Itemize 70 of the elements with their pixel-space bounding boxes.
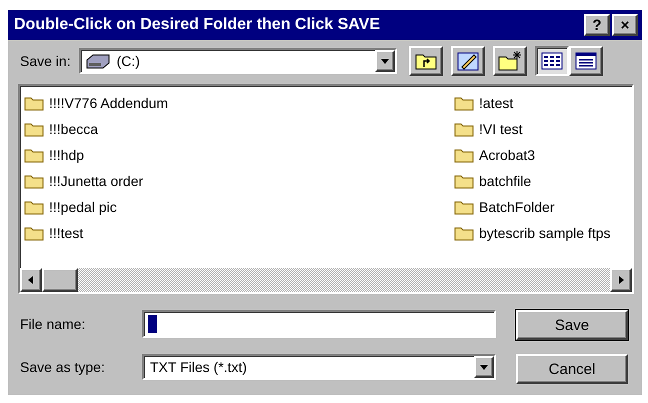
folder-item[interactable]: Acrobat3	[454, 142, 628, 168]
file-name-field[interactable]	[142, 310, 496, 338]
folder-item[interactable]: BatchFolder	[454, 194, 628, 220]
folder-icon	[24, 147, 44, 163]
scroll-thumb[interactable]	[42, 268, 78, 292]
save-as-type-dropdown[interactable]: TXT Files (*.txt)	[142, 354, 496, 380]
folder-name: !!!!V776 Addendum	[49, 95, 168, 111]
file-name-label: File name:	[20, 316, 86, 332]
details-view-icon	[574, 52, 597, 70]
newfolder-button[interactable]	[492, 46, 527, 76]
folder-item[interactable]: !atest	[454, 90, 628, 116]
help-button[interactable]: ?	[584, 14, 610, 36]
folder-icon	[454, 95, 474, 111]
pencil-icon	[456, 50, 480, 72]
folder-name: BatchFolder	[479, 199, 554, 215]
folder-name: !VI test	[479, 121, 523, 137]
folder-icon	[24, 95, 44, 111]
folder-icon	[24, 173, 44, 189]
folder-name: batchfile	[479, 173, 532, 189]
dropdown-button[interactable]	[474, 356, 494, 378]
folder-name: !!!pedal pic	[49, 199, 117, 215]
down-arrow-icon	[480, 363, 488, 371]
new-folder-icon	[496, 50, 523, 72]
desktop-button[interactable]	[450, 46, 485, 76]
cancel-button[interactable]: Cancel	[516, 354, 628, 384]
save-in-label: Save in:	[20, 53, 71, 69]
save-as-type-value: TXT Files (*.txt)	[149, 359, 248, 375]
save-button[interactable]: Save	[516, 310, 628, 340]
dropdown-button[interactable]	[374, 50, 395, 72]
folder-name: !!!hdp	[49, 147, 84, 163]
list-button[interactable]	[534, 46, 569, 76]
folder-item[interactable]: !VI test	[454, 116, 628, 142]
folder-icon	[24, 225, 44, 241]
folder-item[interactable]: !!!pedal pic	[24, 194, 454, 220]
save-in-dropdown[interactable]: (C:)	[78, 48, 397, 74]
save-as-type-label: Save as type:	[20, 359, 106, 375]
folder-icon	[454, 199, 474, 215]
folder-item[interactable]: !!!Junetta order	[24, 168, 454, 194]
folder-icon	[454, 147, 474, 163]
folder-name: !!!test	[49, 225, 84, 241]
folder-name: bytescrib sample ftps	[479, 225, 610, 241]
folder-name: !!!Junetta order	[49, 173, 144, 189]
folder-icon	[454, 225, 474, 241]
folder-item[interactable]: !!!hdp	[24, 142, 454, 168]
folder-item[interactable]: bytescrib sample ftps	[454, 220, 628, 246]
folder-item[interactable]: batchfile	[454, 168, 628, 194]
list-view-icon	[540, 52, 563, 70]
folder-name: !atest	[479, 95, 514, 111]
folder-icon	[24, 121, 44, 137]
folder-item[interactable]: !!!becca	[24, 116, 454, 142]
text-cursor	[148, 315, 157, 333]
left-arrow-icon	[27, 276, 35, 284]
folder-name: Acrobat3	[479, 147, 536, 163]
close-button[interactable]: ×	[612, 14, 638, 36]
drive-icon	[84, 52, 111, 70]
window-title: Double-Click on Desired Folder then Click SAVE	[14, 16, 380, 34]
folder-item[interactable]: !!!!V776 Addendum	[24, 90, 454, 116]
folder-icon	[454, 173, 474, 189]
horizontal-scrollbar[interactable]	[20, 268, 632, 292]
scroll-right-button[interactable]	[610, 268, 632, 292]
folder-item[interactable]: !!!test	[24, 220, 454, 246]
folder-icon	[24, 199, 44, 215]
down-arrow-icon	[380, 57, 389, 65]
folder-icon	[454, 121, 474, 137]
right-arrow-icon	[617, 276, 625, 284]
save-in-value: (C:)	[116, 53, 141, 69]
scroll-left-button[interactable]	[20, 268, 42, 292]
up-button[interactable]	[408, 46, 443, 76]
details-button[interactable]	[568, 46, 603, 76]
folder-name: !!!becca	[49, 121, 98, 137]
